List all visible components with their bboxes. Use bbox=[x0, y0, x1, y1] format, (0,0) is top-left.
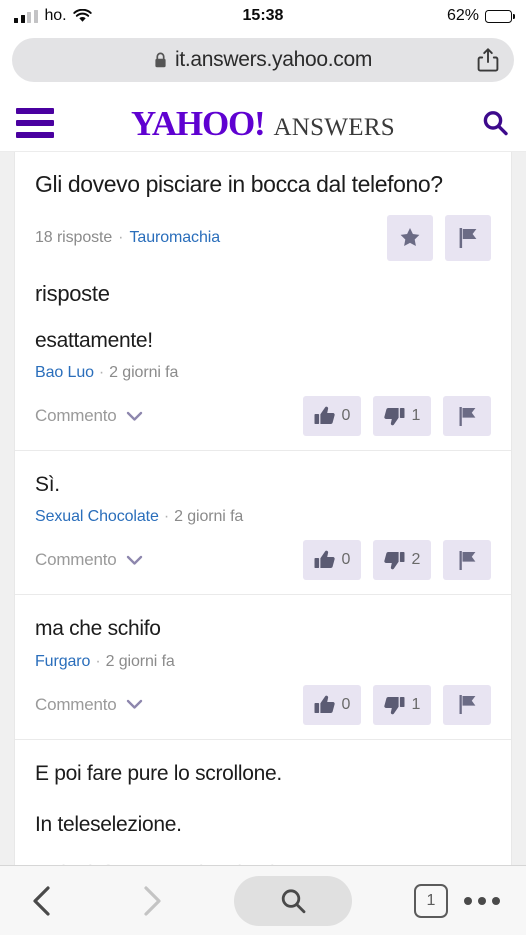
question-title: Gli dovevo pisciare in bocca dal telefon… bbox=[35, 171, 443, 197]
flag-icon bbox=[459, 227, 477, 248]
thumbs-up-icon bbox=[314, 695, 335, 713]
report-answer-button[interactable] bbox=[443, 684, 491, 725]
upvote-button[interactable]: 0 bbox=[303, 540, 361, 581]
forward-button bbox=[144, 885, 161, 916]
answer-byline: Sexual Chocolate · 2 giorni fa bbox=[35, 508, 491, 526]
tab-switcher-button[interactable]: 1 bbox=[414, 883, 448, 918]
chevron-down-icon bbox=[126, 411, 142, 421]
answer-footer: Commento 0 1 bbox=[35, 396, 491, 437]
url-text: it.answers.yahoo.com bbox=[174, 47, 373, 71]
comment-toggle[interactable]: Commento bbox=[35, 406, 143, 426]
thumbs-up-icon bbox=[314, 551, 335, 569]
lock-icon bbox=[155, 52, 166, 67]
comment-label: Commento bbox=[35, 406, 117, 426]
tab-count: 1 bbox=[426, 891, 436, 909]
answer-byline: Furgaro · 2 giorni fa bbox=[35, 653, 491, 671]
site-header: YAHOO! ANSWERS bbox=[0, 95, 526, 152]
byline-separator: · bbox=[95, 652, 101, 670]
answer-text: ma che schifo bbox=[35, 617, 161, 641]
brand-answers-text: ANSWERS bbox=[273, 113, 396, 141]
comment-label: Commento bbox=[35, 550, 117, 570]
star-icon bbox=[400, 228, 420, 247]
answer-item: esattamente! Bao Luo · 2 giorni fa Commento 0… bbox=[15, 307, 511, 452]
partial-answer-line-1: E poi fare pure lo scrollone. bbox=[35, 761, 282, 785]
flag-icon bbox=[459, 695, 475, 715]
downvote-count: 1 bbox=[411, 407, 421, 425]
answer-item: Sì. Sexual Chocolate · 2 giorni fa Commento 0… bbox=[15, 451, 511, 596]
status-bar-clock: 15:38 bbox=[242, 7, 284, 24]
vote-group: 01 bbox=[303, 684, 491, 725]
answer-timestamp: 2 giorni fa bbox=[105, 652, 175, 670]
upvote-count: 0 bbox=[341, 407, 351, 425]
byline-separator: · bbox=[163, 508, 170, 526]
vote-group: 01 bbox=[303, 396, 491, 437]
answers-heading: risposte bbox=[35, 280, 110, 306]
chevron-down-icon bbox=[126, 555, 142, 565]
byline-separator: · bbox=[98, 364, 105, 382]
status-bar: ho. 15:38 62% bbox=[0, 0, 526, 32]
downvote-button[interactable]: 1 bbox=[373, 684, 431, 725]
downvote-button[interactable]: 2 bbox=[373, 540, 431, 581]
brand-yahoo-text: YAHOO! bbox=[130, 103, 266, 143]
comment-toggle[interactable]: Commento bbox=[35, 695, 143, 715]
back-button[interactable] bbox=[26, 884, 60, 918]
page-content: Gli dovevo pisciare in bocca dal telefon… bbox=[0, 152, 526, 865]
favorite-button[interactable] bbox=[387, 214, 433, 261]
upvote-button[interactable]: 0 bbox=[303, 684, 361, 725]
hamburger-menu-icon[interactable] bbox=[16, 108, 54, 138]
comment-toggle[interactable]: Commento bbox=[35, 550, 143, 570]
report-answer-button[interactable] bbox=[443, 396, 491, 437]
comment-label: Commento bbox=[35, 694, 117, 714]
answer-list: esattamente! Bao Luo · 2 giorni fa Commento 0… bbox=[15, 307, 511, 740]
battery-icon bbox=[485, 9, 515, 23]
flag-icon bbox=[459, 406, 475, 426]
upvote-button[interactable]: 0 bbox=[303, 396, 361, 437]
thumbs-down-icon bbox=[383, 408, 405, 426]
browser-toolbar: 1 bbox=[0, 865, 526, 935]
downvote-button[interactable]: 1 bbox=[373, 396, 431, 437]
question-meta: 18 risposte · Tauromachia bbox=[35, 214, 491, 261]
toolbar-search-button[interactable] bbox=[234, 875, 352, 926]
search-icon bbox=[281, 888, 306, 913]
upvote-count: 0 bbox=[341, 551, 351, 569]
answer-author-link[interactable]: Sexual Chocolate bbox=[35, 508, 159, 525]
content-card: Gli dovevo pisciare in bocca dal telefon… bbox=[14, 152, 512, 865]
answer-text: Sì. bbox=[35, 473, 60, 497]
thumbs-down-icon bbox=[383, 552, 405, 570]
browser-address-bar: it.answers.yahoo.com bbox=[0, 32, 526, 95]
answer-author-link[interactable]: Bao Luo bbox=[35, 364, 94, 381]
url-input[interactable]: it.answers.yahoo.com bbox=[12, 37, 514, 82]
meta-separator: · bbox=[118, 228, 124, 246]
downvote-count: 1 bbox=[411, 695, 421, 713]
answer-count: 18 risposte bbox=[35, 228, 113, 246]
report-question-button[interactable] bbox=[445, 214, 491, 261]
question-actions bbox=[387, 214, 491, 261]
question-block: Gli dovevo pisciare in bocca dal telefon… bbox=[15, 152, 511, 275]
answer-author-link[interactable]: Furgaro bbox=[35, 653, 90, 670]
more-options-button[interactable] bbox=[464, 896, 500, 905]
answer-footer: Commento 0 1 bbox=[35, 684, 491, 725]
downvote-count: 2 bbox=[411, 551, 421, 569]
chevron-down-icon bbox=[126, 699, 142, 709]
browser-window: ho. 15:38 62% it.answers.yahoo.com YAHOO… bbox=[0, 0, 526, 935]
answer-timestamp: 2 giorni fa bbox=[109, 364, 179, 382]
answer-byline: Bao Luo · 2 giorni fa bbox=[35, 364, 491, 382]
search-icon[interactable] bbox=[480, 108, 510, 138]
flag-icon bbox=[459, 550, 475, 570]
site-logo: YAHOO! ANSWERS bbox=[0, 106, 526, 141]
answer-footer: Commento 0 2 bbox=[35, 540, 491, 581]
upvote-count: 0 bbox=[341, 695, 351, 713]
partial-answer: E poi fare pure lo scrollone. In telesel… bbox=[15, 740, 511, 865]
share-icon[interactable] bbox=[476, 47, 500, 73]
thumbs-up-icon bbox=[314, 406, 335, 425]
answer-item: ma che schifo Furgaro · 2 giorni fa Commento… bbox=[15, 595, 511, 740]
answer-timestamp: 2 giorni fa bbox=[174, 508, 244, 526]
partial-answer-line-2: In teleselezione. bbox=[35, 812, 182, 836]
vote-group: 02 bbox=[303, 540, 491, 581]
clipped-text-line: Nel telefono non si vede niente bbox=[35, 862, 491, 865]
report-answer-button[interactable] bbox=[443, 540, 491, 581]
thumbs-down-icon bbox=[383, 696, 405, 714]
question-category-link[interactable]: Tauromachia bbox=[130, 229, 221, 247]
answer-text: esattamente! bbox=[35, 328, 153, 352]
